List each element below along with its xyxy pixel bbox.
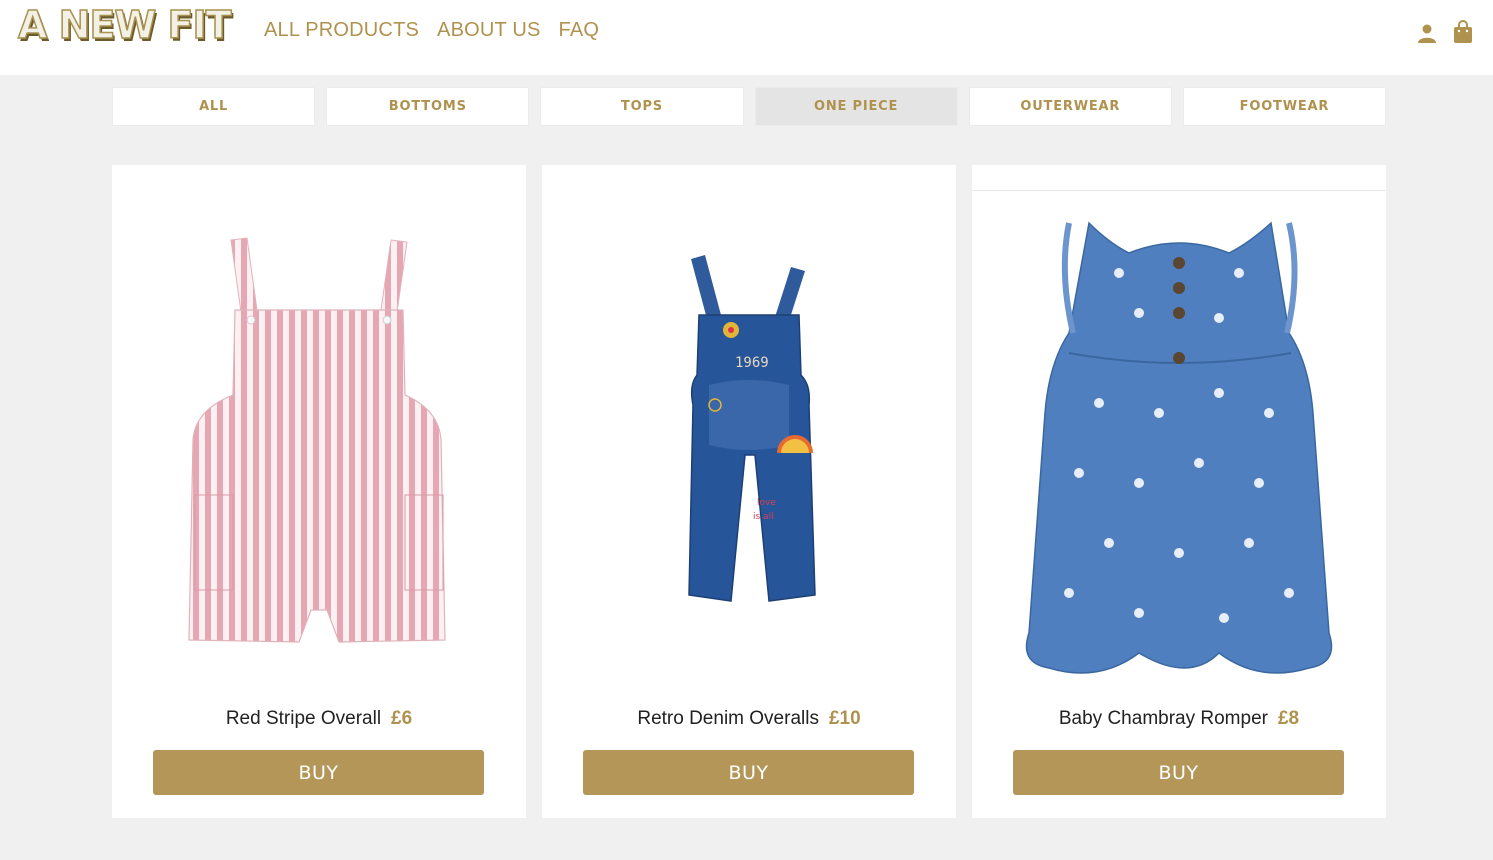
main-nav: ALL PRODUCTS ABOUT US FAQ [264,19,599,42]
product-title-row: Baby Chambray Romper £8 [972,708,1386,730]
striped-overall-image [188,237,446,643]
product-grid: Red Stripe Overall £6 BUY 1969 love is a… [112,165,1386,818]
svg-text:love: love [757,498,776,508]
nav-all-products[interactable]: ALL PRODUCTS [264,19,419,42]
filter-one-piece[interactable]: ONE PIECE [754,87,958,126]
product-image-retro-denim-overalls[interactable]: 1969 love is all [542,165,956,695]
filter-outerwear[interactable]: OUTERWEAR [968,87,1172,126]
filter-all[interactable]: ALL [112,87,316,126]
category-filter-tabs: ALL BOTTOMS TOPS ONE PIECE OUTERWEAR FOO… [112,87,1387,126]
svg-text:is all: is all [753,512,774,522]
denim-overalls-image: 1969 love is all [688,255,816,602]
product-card: Baby Chambray Romper £8 BUY [972,165,1386,818]
svg-text:1969: 1969 [735,355,769,371]
product-card: Red Stripe Overall £6 BUY [112,165,526,818]
product-name[interactable]: Baby Chambray Romper [1059,708,1268,729]
product-price: £6 [391,708,413,729]
product-card: 1969 love is all Retro Denim Overalls £10… [542,165,956,818]
site-logo[interactable]: A NEW FIT [17,2,232,48]
nav-about-us[interactable]: ABOUT US [437,19,540,42]
site-header: A NEW FIT ALL PRODUCTS ABOUT US FAQ [0,0,1493,75]
nav-faq[interactable]: FAQ [559,19,600,42]
buy-button[interactable]: BUY [1013,750,1344,795]
product-name[interactable]: Red Stripe Overall [226,708,381,729]
user-icon[interactable] [1416,22,1438,44]
product-name[interactable]: Retro Denim Overalls [637,708,819,729]
product-image-red-stripe-overall[interactable] [112,165,526,695]
product-image-baby-chambray-romper[interactable] [972,165,1386,695]
product-title-row: Retro Denim Overalls £10 [542,708,956,730]
shopping-bag-icon[interactable] [1452,20,1474,44]
buy-button[interactable]: BUY [583,750,914,795]
product-price: £10 [828,708,861,729]
product-price: £8 [1277,708,1300,729]
buy-button[interactable]: BUY [153,750,484,795]
filter-tops[interactable]: TOPS [540,87,744,126]
chambray-romper-image [1025,221,1333,674]
filter-footwear[interactable]: FOOTWEAR [1182,87,1387,126]
filter-bottoms[interactable]: BOTTOMS [326,87,530,126]
product-title-row: Red Stripe Overall £6 [112,708,526,730]
